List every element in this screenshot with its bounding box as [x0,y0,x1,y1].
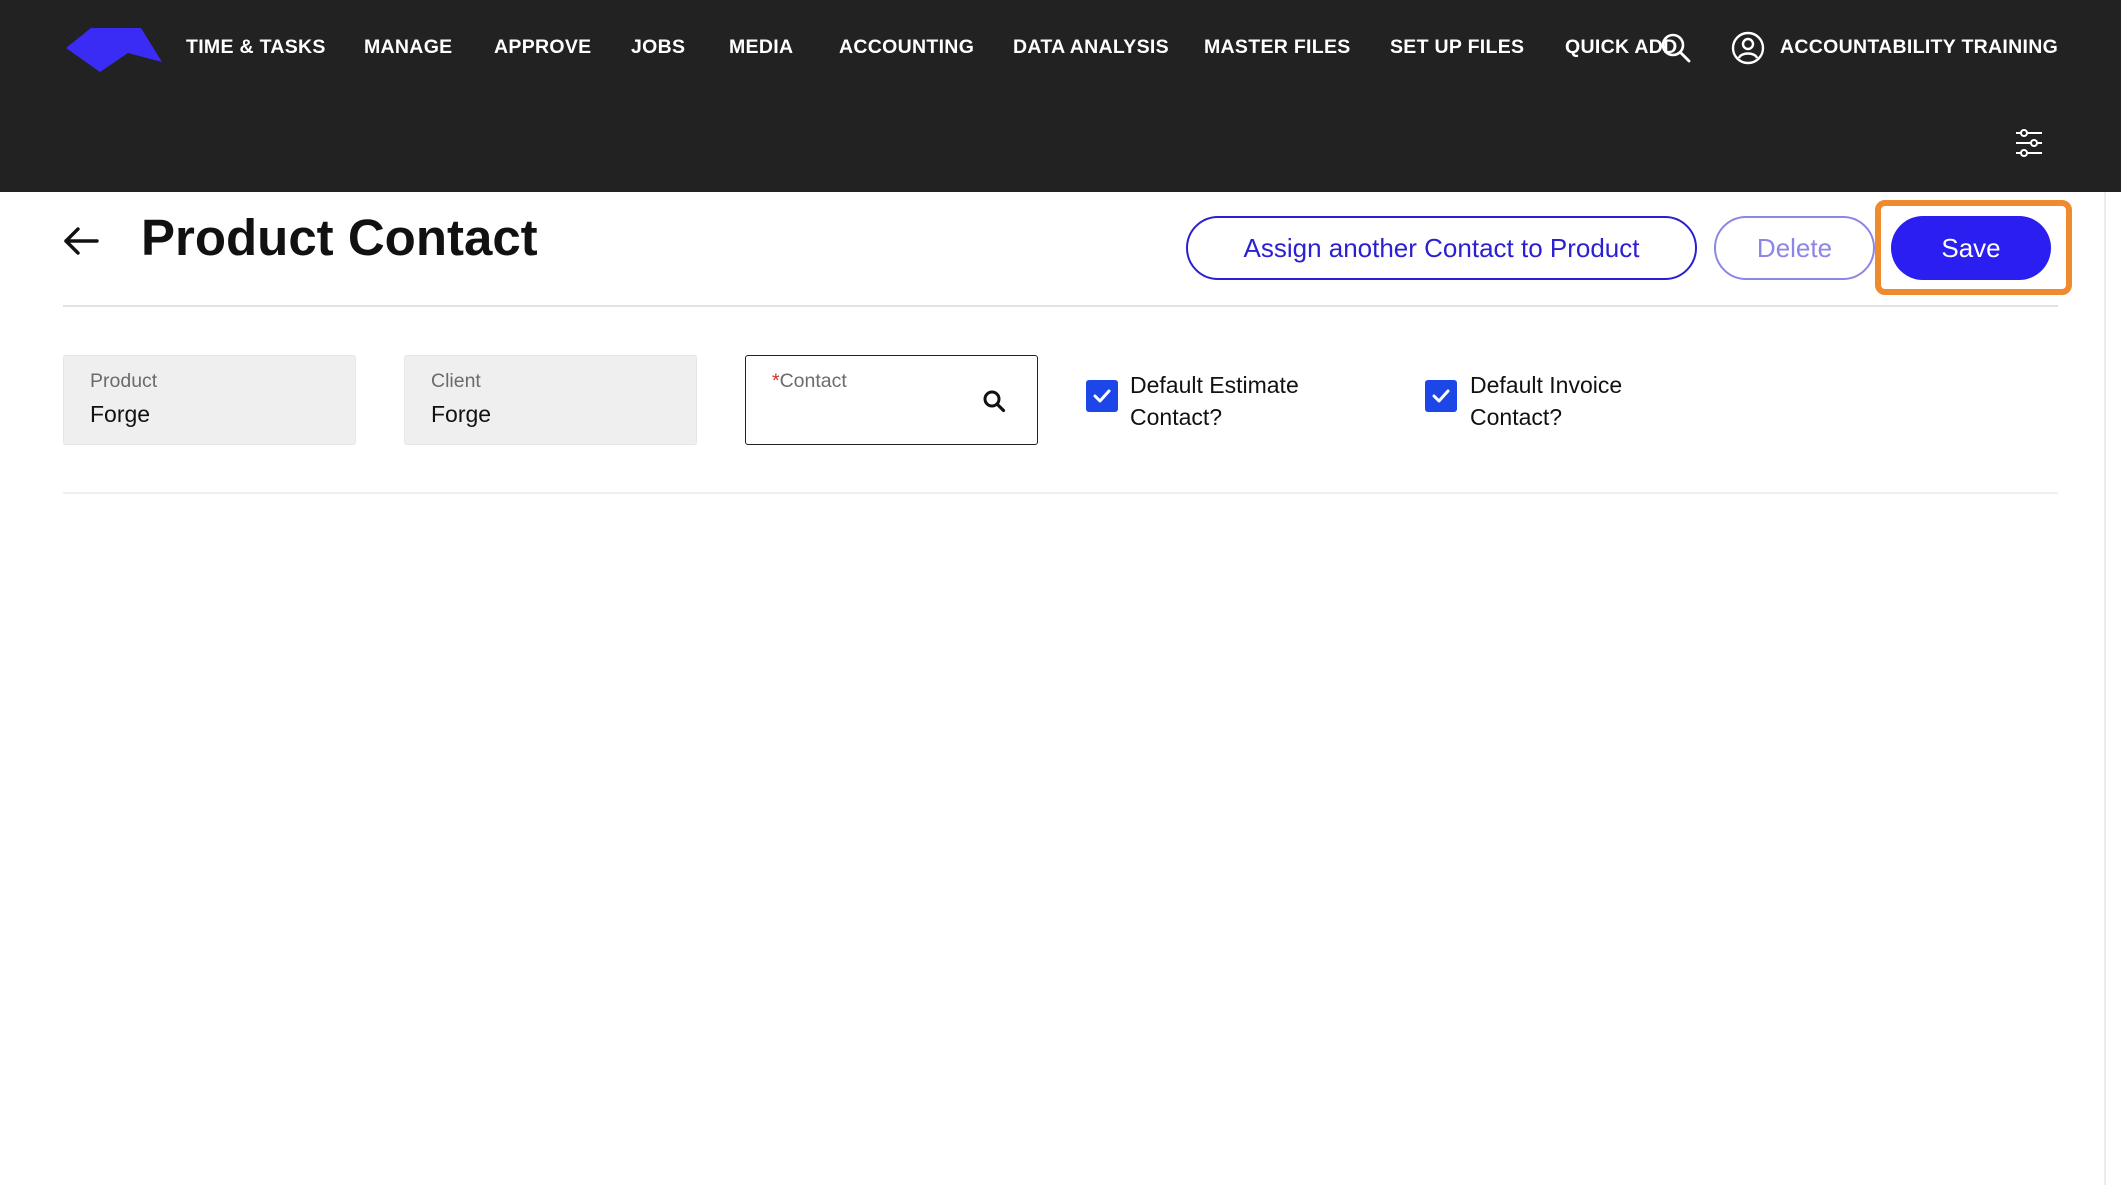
arrow-left-icon[interactable] [62,222,100,260]
scrollbar-track[interactable] [2104,192,2106,1185]
header-divider [63,305,2058,307]
default-estimate-checkbox[interactable] [1086,380,1118,412]
nav-item-media[interactable]: MEDIA [729,36,793,59]
required-mark: * [772,370,780,392]
search-icon[interactable] [1660,32,1692,64]
default-invoice-label: Default Invoice Contact? [1470,372,1623,430]
delete-button[interactable]: Delete [1714,216,1875,280]
nav-item-manage[interactable]: MANAGE [364,36,452,59]
brand-logo[interactable] [66,24,162,74]
client-field-label: Client [431,370,481,392]
checkmark-icon [1432,389,1450,403]
page-title: Product Contact [141,209,538,266]
nav-item-master-files[interactable]: MASTER FILES [1204,36,1351,59]
nav-item-accounting[interactable]: ACCOUNTING [839,36,974,59]
save-button[interactable]: Save [1891,216,2051,280]
contact-field-label: *Contact [772,370,847,393]
client-field: Client Forge [404,355,697,445]
nav-item-jobs[interactable]: JOBS [631,36,685,59]
product-field-value: Forge [90,401,151,427]
nav-item-data-analysis[interactable]: DATA ANALYSIS [1013,36,1169,59]
user-circle-icon[interactable] [1731,31,1765,65]
sliders-icon[interactable] [2014,128,2044,158]
nav-item-time-tasks[interactable]: TIME & TASKS [186,36,326,59]
client-field-value: Forge [431,401,492,427]
default-invoice-checkbox[interactable] [1425,380,1457,412]
user-name[interactable]: ACCOUNTABILITY TRAINING [1780,36,2058,59]
nav-item-approve[interactable]: APPROVE [494,36,591,59]
product-field: Product Forge [63,355,356,445]
contact-label-text: Contact [779,370,847,392]
nav-item-set-up-files[interactable]: SET UP FILES [1390,36,1524,59]
checkmark-icon [1093,389,1111,403]
assign-contact-button[interactable]: Assign another Contact to Product [1186,216,1697,280]
top-navigation-bar: TIME & TASKS MANAGE APPROVE JOBS MEDIA A… [0,0,2121,192]
default-estimate-label: Default Estimate Contact? [1130,372,1299,430]
product-field-label: Product [90,370,158,392]
form-divider [63,492,2058,494]
search-icon[interactable] [982,389,1006,413]
